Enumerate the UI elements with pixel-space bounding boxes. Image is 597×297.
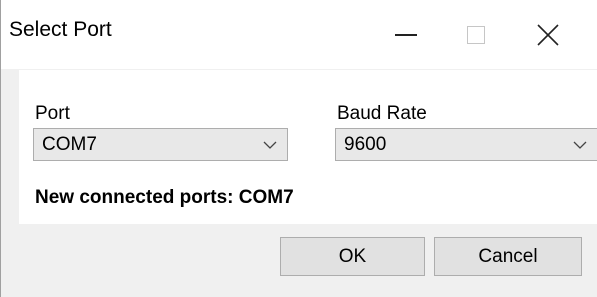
- status-ports: COM7: [238, 187, 294, 208]
- minimize-icon: [395, 33, 417, 36]
- title-bar[interactable]: Select Port: [1, 0, 597, 69]
- window-title: Select Port: [9, 18, 112, 41]
- port-label: Port: [35, 103, 70, 124]
- baud-rate-label: Baud Rate: [337, 103, 427, 124]
- baud-rate-selected-value: 9600: [344, 134, 387, 155]
- chevron-down-icon: [263, 141, 277, 149]
- port-selected-value: COM7: [42, 134, 97, 155]
- ok-button[interactable]: OK: [280, 237, 425, 276]
- settings-panel: Port Baud Rate COM7 9600 New connected p…: [19, 70, 597, 224]
- status-prefix: New connected ports:: [35, 187, 239, 208]
- cancel-button[interactable]: Cancel: [434, 237, 582, 276]
- port-dropdown[interactable]: COM7: [33, 128, 288, 161]
- close-button[interactable]: [513, 0, 583, 69]
- maximize-button: [441, 0, 511, 69]
- baud-rate-dropdown[interactable]: 9600: [335, 128, 597, 161]
- connected-ports-status: New connected ports: COM7: [35, 187, 294, 209]
- close-icon: [537, 23, 559, 46]
- maximize-icon: [467, 25, 485, 44]
- chevron-down-icon: [573, 141, 587, 149]
- minimize-button[interactable]: [371, 0, 441, 69]
- select-port-dialog: Select Port Port Baud Rate COM7 9600 New…: [0, 0, 597, 297]
